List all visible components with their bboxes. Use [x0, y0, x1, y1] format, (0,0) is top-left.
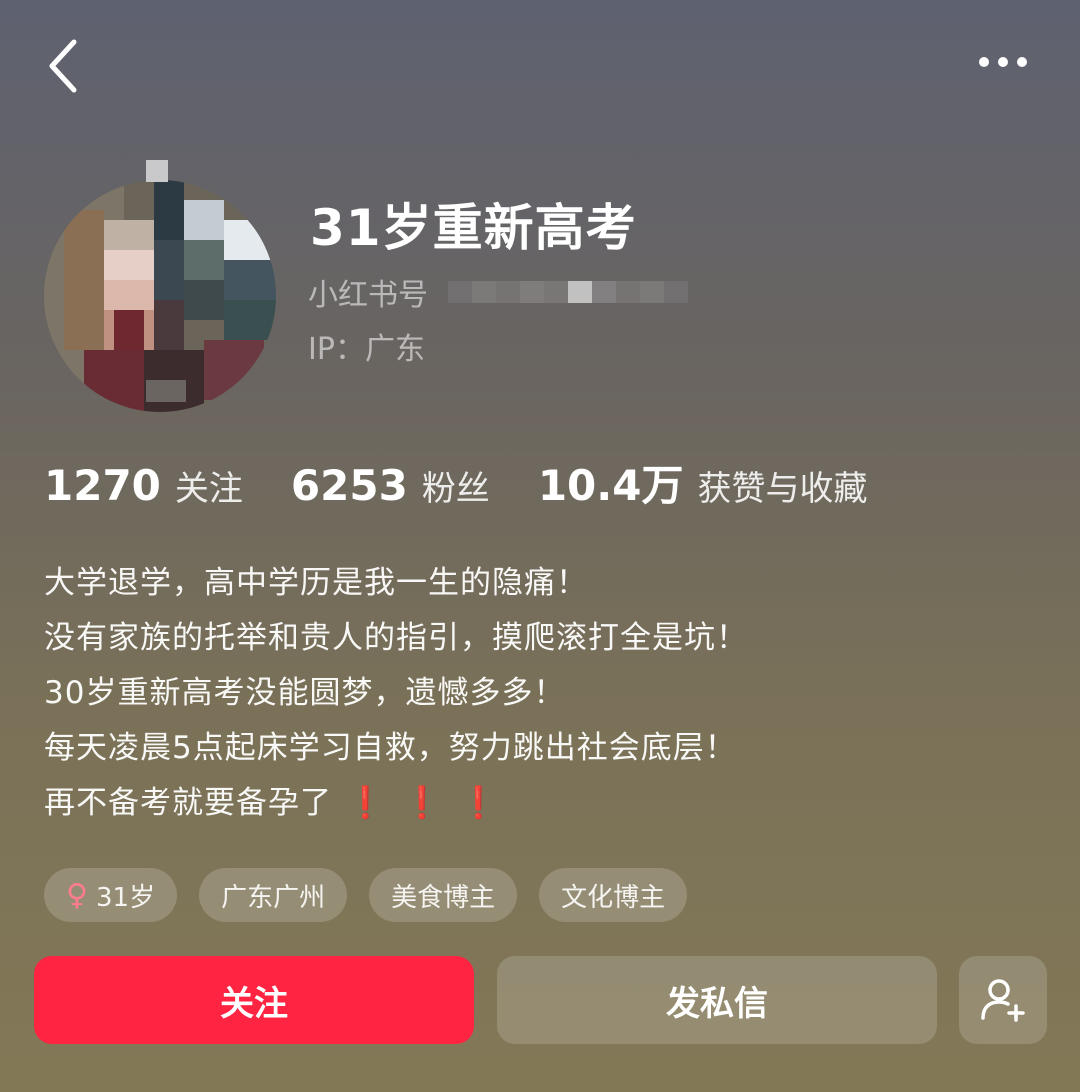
bio-line: 再不备考就要备孕了 ❗❗❗ [44, 776, 1044, 831]
tag-label: 文化博主 [561, 882, 666, 913]
profile-name: 31岁重新高考 [310, 199, 637, 257]
add-user-icon [981, 979, 1025, 1022]
female-icon: ♀ [66, 877, 88, 913]
avatar-pixel-artifact [146, 380, 186, 402]
back-button[interactable] [40, 36, 90, 96]
tag-label: 31岁 [95, 882, 156, 913]
chevron-left-icon [49, 39, 77, 93]
tag-age[interactable]: ♀ 31岁 [44, 868, 178, 922]
avatar-pixel-artifact [146, 160, 168, 182]
avatar-image [44, 180, 276, 412]
redbook-id-blurred [448, 281, 688, 303]
stats-row: 1270 关注 6253 粉丝 10.4万 获赞与收藏 [44, 452, 915, 513]
tag-label: 美食博主 [391, 882, 496, 913]
tag-food-blogger[interactable]: 美食博主 [369, 868, 518, 922]
redbook-id-row[interactable]: 小红书号 [308, 270, 688, 314]
tag-culture-blogger[interactable]: 文化博主 [539, 868, 688, 922]
message-button[interactable]: 发私信 [497, 956, 937, 1044]
bio-line: 每天凌晨5点起床学习自救，努力跳出社会底层！ [44, 730, 737, 766]
stat-followers[interactable]: 6253 粉丝 [291, 461, 490, 510]
tag-label: 广东广州 [221, 882, 326, 913]
more-horizontal-icon [979, 57, 1027, 67]
add-user-button[interactable] [959, 956, 1047, 1044]
follow-button[interactable]: 关注 [34, 956, 474, 1044]
bio: 大学退学，高中学历是我一生的隐痛！ 没有家族的托举和贵人的指引，摸爬滚打全是坑！… [44, 556, 1044, 831]
stat-likes-collects[interactable]: 10.4万 获赞与收藏 [538, 452, 868, 513]
stat-value: 6253 [290, 461, 408, 510]
stat-label: 关注 [174, 469, 243, 509]
stat-label: 获赞与收藏 [697, 469, 868, 509]
bio-line-text: 再不备考就要备孕了 [44, 785, 332, 821]
bio-line: 没有家族的托举和贵人的指引，摸爬滚打全是坑！ [44, 620, 748, 656]
bio-line: 30岁重新高考没能圆梦，遗憾多多！ [44, 675, 566, 711]
stat-label: 粉丝 [421, 469, 490, 509]
redbook-id-label: 小红书号 [308, 278, 428, 313]
exclamation-icon: ❗❗❗ [346, 785, 516, 821]
avatar[interactable] [44, 180, 276, 412]
more-button[interactable] [968, 42, 1038, 82]
stat-value: 10.4万 [537, 461, 684, 510]
bio-line: 大学退学，高中学历是我一生的隐痛！ [44, 565, 588, 601]
tag-list: ♀ 31岁 广东广州 美食博主 文化博主 [44, 868, 688, 922]
stat-following[interactable]: 1270 关注 [44, 461, 243, 510]
tag-location[interactable]: 广东广州 [199, 868, 348, 922]
ip-location: IP：广东 [308, 332, 425, 367]
stat-value: 1270 [44, 461, 161, 510]
